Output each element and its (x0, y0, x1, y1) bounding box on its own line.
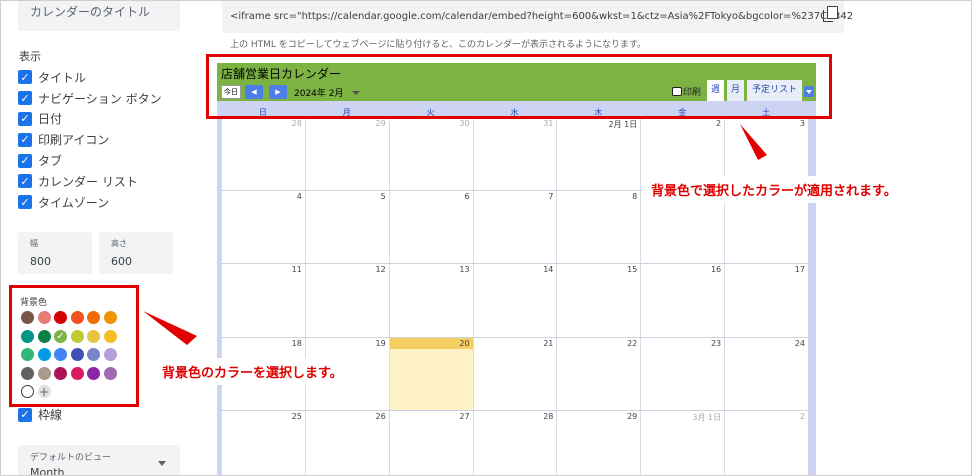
arrow-left-annotation (143, 311, 197, 345)
callout-applied: 背景色で選択したカラーが適用されます。 (643, 176, 905, 203)
screenshot-frame: カレンダーのタイトル 表示 ✓ タイトル ✓ ナビゲーション ボタン ✓ 日付 ✓ 印刷アイコ… (0, 0, 972, 476)
callout-select-color: 背景色のカラーを選択します。 (154, 358, 351, 385)
annotation-arrows (143, 124, 767, 345)
arrow-right-annotation (740, 124, 767, 160)
